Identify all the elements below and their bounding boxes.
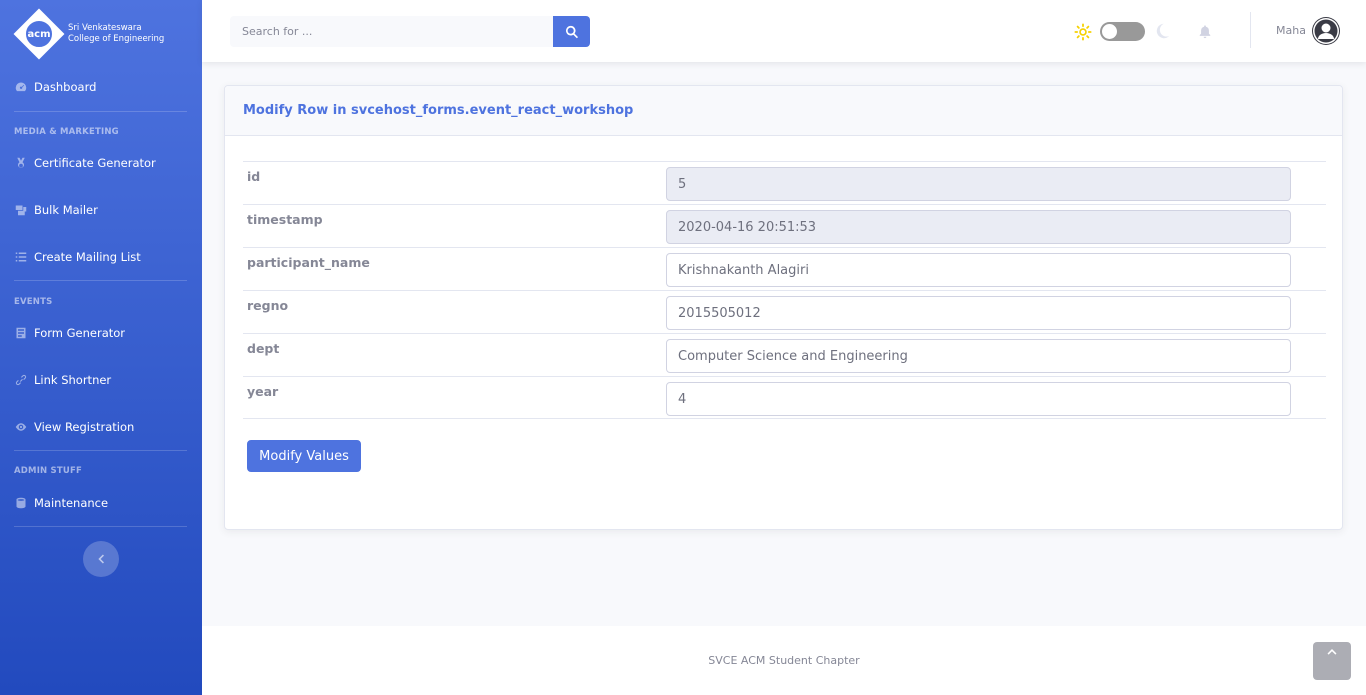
sidebar-item-label: View Registration	[34, 420, 135, 434]
sidebar-item-bulk-mailer[interactable]: Bulk Mailer	[14, 200, 98, 220]
field-label: regno	[247, 298, 289, 313]
list-icon	[14, 251, 28, 263]
acm-logo: acm	[13, 8, 65, 60]
brand-line2: College of Engineering	[68, 34, 165, 44]
sidebar-heading-media: MEDIA & MARKETING	[14, 127, 119, 137]
sidebar-divider	[14, 450, 187, 451]
logo-text: acm	[27, 28, 51, 40]
form-row-regno: regno	[243, 290, 1326, 333]
field-label: timestamp	[247, 212, 323, 227]
sidebar-item-dashboard[interactable]: Dashboard	[14, 77, 96, 97]
sidebar-divider	[14, 280, 187, 281]
field-label: year	[247, 384, 279, 399]
sidebar-item-link-shortner[interactable]: Link Shortner	[14, 370, 111, 390]
footer: SVCE ACM Student Chapter	[202, 626, 1366, 695]
sidebar-item-label: Create Mailing List	[34, 250, 141, 264]
dashboard-icon	[14, 81, 28, 93]
field-label: participant_name	[247, 255, 370, 270]
sidebar-item-label: Link Shortner	[34, 373, 112, 387]
id-field[interactable]	[666, 167, 1291, 201]
field-label: dept	[247, 341, 280, 356]
form-table: id timestamp participant_name regno dept…	[243, 161, 1326, 419]
sidebar-item-label: Bulk Mailer	[34, 203, 98, 217]
sidebar-item-label: Form Generator	[34, 326, 126, 340]
form-row-timestamp: timestamp	[243, 204, 1326, 247]
dept-field[interactable]	[666, 339, 1291, 373]
search-icon	[565, 25, 578, 38]
toggle-knob	[1102, 24, 1117, 39]
sidebar-item-form-generator[interactable]: Form Generator	[14, 323, 125, 343]
sidebar-divider	[14, 111, 187, 112]
scroll-to-top-button[interactable]	[1313, 642, 1351, 680]
theme-toggle-switch[interactable]	[1100, 22, 1145, 41]
sidebar-item-create-mailing-list[interactable]: Create Mailing List	[14, 247, 141, 267]
brand-name: Sri Venkateswara College of Engineering	[68, 23, 164, 45]
user-name[interactable]: Maha	[1276, 24, 1306, 37]
sidebar-item-label: Dashboard	[34, 80, 97, 94]
search-form	[230, 16, 590, 47]
form-row-id: id	[243, 161, 1326, 204]
sidebar: acm Sri Venkateswara College of Engineer…	[0, 0, 202, 695]
medal-icon	[14, 157, 28, 169]
brand-logo-link[interactable]: acm Sri Venkateswara College of Engineer…	[13, 8, 194, 60]
topbar-divider	[1250, 12, 1251, 48]
sidebar-item-label: Maintenance	[34, 496, 109, 510]
form-icon	[14, 327, 28, 339]
participant-name-field[interactable]	[666, 253, 1291, 287]
regno-field[interactable]	[666, 296, 1291, 330]
moon-icon	[1156, 23, 1170, 39]
timestamp-field[interactable]	[666, 210, 1291, 244]
form-row-year: year	[243, 376, 1326, 419]
database-icon	[14, 497, 28, 509]
card-header: Modify Row in svcehost_forms.event_react…	[225, 86, 1342, 136]
sidebar-divider	[14, 526, 187, 527]
footer-text: SVCE ACM Student Chapter	[708, 654, 860, 667]
sidebar-toggle-button[interactable]	[83, 541, 119, 577]
year-field[interactable]	[666, 382, 1291, 416]
sidebar-item-view-registration[interactable]: View Registration	[14, 417, 134, 437]
search-button[interactable]	[553, 16, 590, 47]
chevron-left-icon	[98, 554, 104, 564]
field-label: id	[247, 169, 261, 184]
sidebar-item-label: Certificate Generator	[34, 156, 156, 170]
user-icon	[1313, 18, 1339, 44]
bell-icon[interactable]	[1198, 24, 1212, 39]
modify-row-card: Modify Row in svcehost_forms.event_react…	[224, 85, 1343, 530]
sun-icon	[1074, 23, 1092, 41]
sidebar-heading-events: EVENTS	[14, 297, 53, 307]
link-icon	[14, 374, 28, 386]
modify-values-button[interactable]: Modify Values	[247, 440, 361, 472]
eye-icon	[14, 421, 28, 433]
form-row-dept: dept	[243, 333, 1326, 376]
sidebar-item-maintenance[interactable]: Maintenance	[14, 493, 108, 513]
topbar: Maha	[202, 0, 1366, 62]
chevron-up-icon	[1327, 649, 1337, 655]
mail-bulk-icon	[14, 204, 28, 216]
sidebar-item-certificate-generator[interactable]: Certificate Generator	[14, 153, 156, 173]
page-title: Modify Row in svcehost_forms.event_react…	[243, 103, 634, 118]
form-row-participant-name: participant_name	[243, 247, 1326, 290]
brand-line1: Sri Venkateswara	[68, 23, 142, 33]
sidebar-heading-admin: ADMIN STUFF	[14, 466, 82, 476]
search-input[interactable]	[230, 16, 553, 47]
avatar[interactable]	[1312, 17, 1340, 45]
